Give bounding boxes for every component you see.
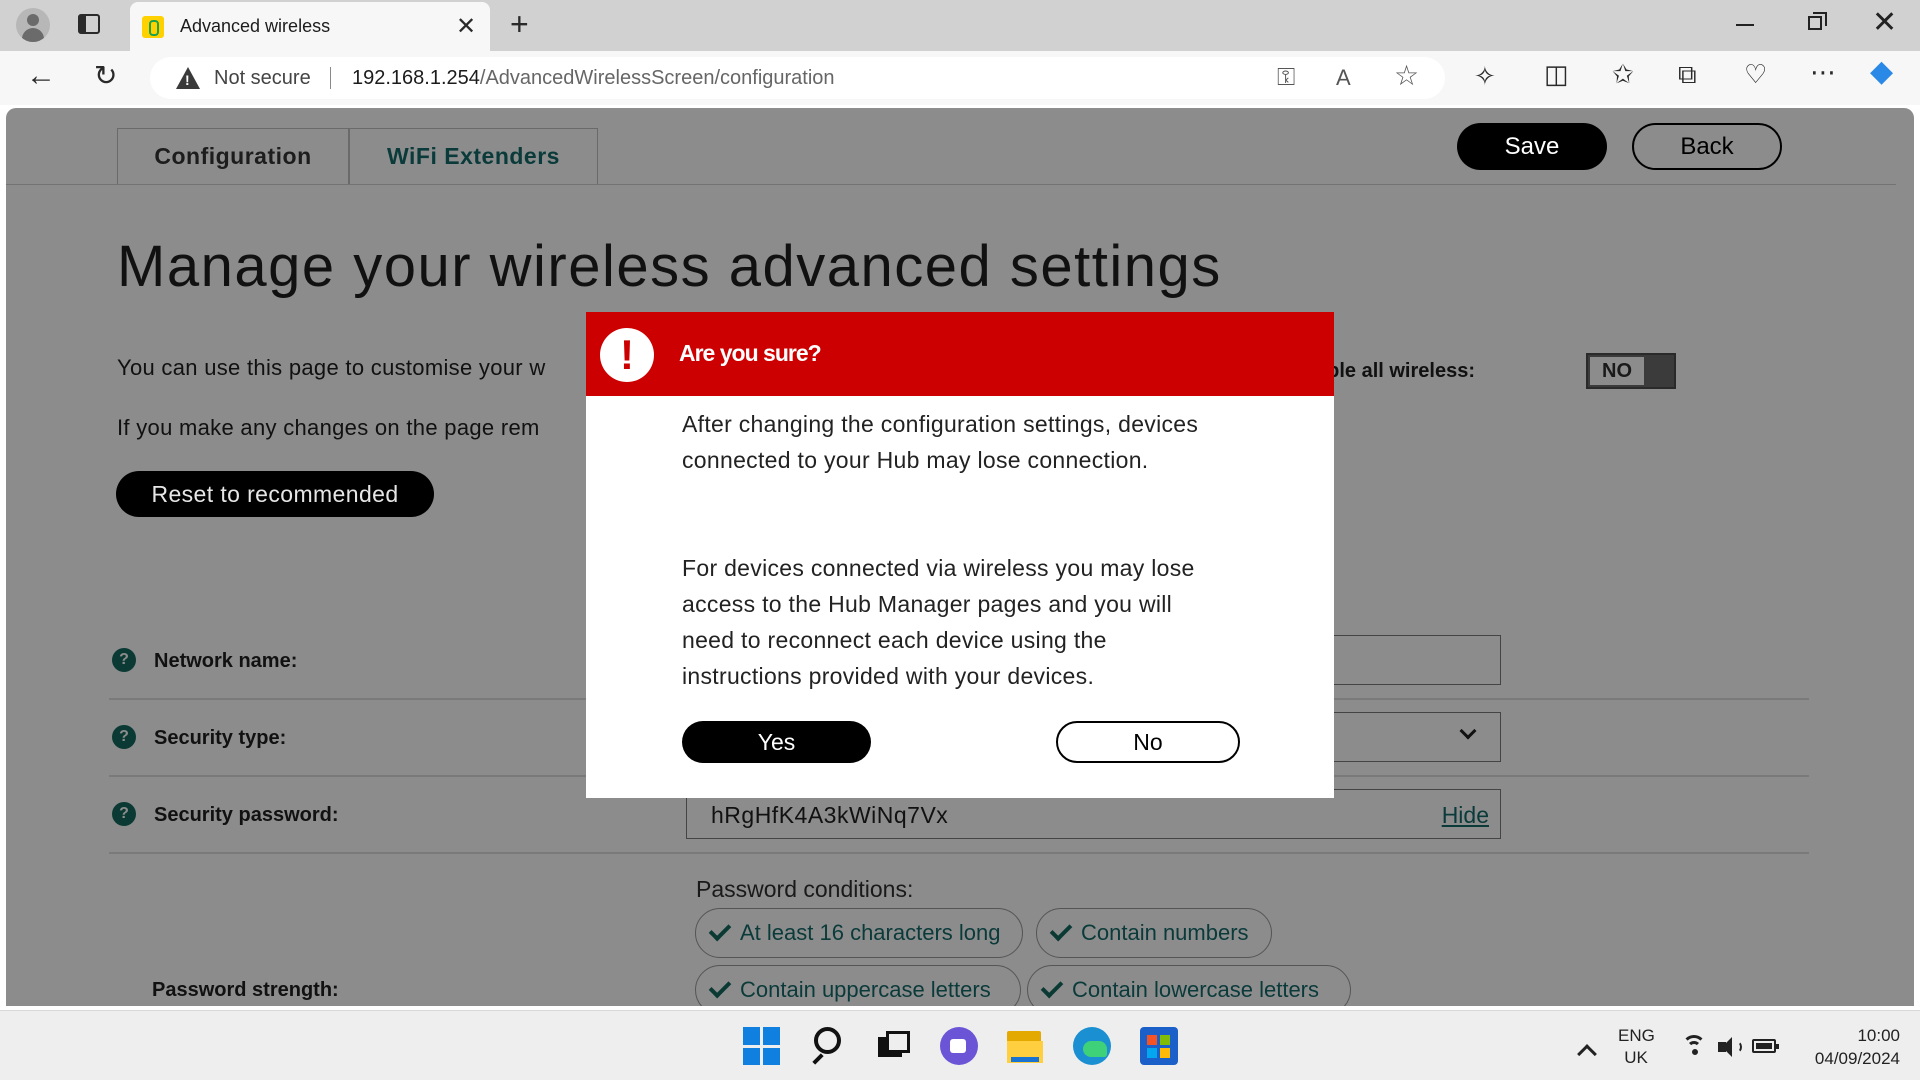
clock-time: 10:00 (1857, 1026, 1900, 1045)
password-value: hRgHfK4A3kWiNq7Vx (711, 802, 949, 828)
store-icon[interactable] (1140, 1027, 1178, 1065)
edge-browser-icon[interactable] (1073, 1027, 1111, 1065)
region-code: UK (1624, 1048, 1648, 1067)
browser-essentials-icon[interactable]: ♡ (1744, 61, 1767, 87)
meet-icon[interactable] (940, 1027, 978, 1065)
help-icon[interactable]: ? (112, 648, 136, 672)
restore-icon[interactable] (1808, 12, 1827, 30)
screen: Advanced wireless ✕ + ✕ ← ↻ Not secure 1… (0, 0, 1920, 1080)
browser-tab-strip: Advanced wireless ✕ + ✕ (0, 0, 1920, 51)
condition-chip: At least 16 characters long (695, 908, 1023, 958)
wifi-icon[interactable] (1682, 1035, 1706, 1059)
url-path: /AdvancedWirelessScreen/configuration (479, 67, 835, 89)
tab-wifi-extenders[interactable]: WiFi Extenders (349, 128, 598, 184)
favorite-star-icon[interactable]: ☆ (1394, 62, 1419, 90)
tab-title: Advanced wireless (180, 16, 331, 36)
tab-configuration[interactable]: Configuration (117, 128, 349, 184)
confirm-dialog: ! Are you sure? After changing the confi… (586, 312, 1334, 798)
split-screen-icon[interactable]: ◫ (1544, 61, 1569, 87)
back-arrow-icon[interactable]: ← (26, 61, 56, 91)
refresh-icon[interactable]: ↻ (94, 62, 117, 90)
help-icon[interactable]: ? (112, 802, 136, 826)
condition-chip: Contain uppercase letters (695, 965, 1021, 1006)
minimize-icon[interactable] (1736, 24, 1754, 26)
language-code: ENG (1618, 1026, 1655, 1045)
help-icon[interactable]: ? (112, 725, 136, 749)
new-tab-icon[interactable]: + (510, 8, 529, 40)
condition-text: Contain lowercase letters (1072, 977, 1320, 1002)
alert-exclamation-icon: ! (600, 328, 654, 382)
not-secure-label[interactable]: Not secure (214, 67, 311, 90)
chevron-down-icon (1459, 722, 1477, 740)
intro-text-2: If you make any changes on the page rem (117, 415, 540, 440)
tabs-divider (6, 184, 1896, 185)
dialog-header: ! Are you sure? (586, 312, 1334, 396)
dialog-message-2: For devices connected via wireless you m… (682, 555, 1195, 689)
password-strength-label: Password strength: (152, 979, 339, 1001)
address-bar[interactable]: Not secure 192.168.1.254/AdvancedWireles… (150, 57, 1445, 99)
row-divider (109, 852, 1809, 854)
extensions-icon[interactable]: ✧ (1474, 63, 1496, 89)
task-view-icon[interactable] (876, 1027, 914, 1065)
tab-close-icon[interactable]: ✕ (456, 12, 476, 41)
dialog-title: Are you sure? (679, 340, 822, 366)
volume-icon[interactable] (1716, 1035, 1742, 1059)
tab-actions-icon[interactable] (78, 14, 100, 34)
check-icon (1049, 918, 1073, 942)
disable-wireless-label: able all wireless: (1316, 360, 1475, 382)
check-icon (1040, 975, 1064, 999)
password-conditions-heading: Password conditions: (696, 876, 914, 902)
clock-date: 04/09/2024 (1814, 1049, 1900, 1068)
ee-favicon-icon (142, 16, 164, 38)
url-text[interactable]: 192.168.1.254/AdvancedWirelessScreen/con… (352, 67, 835, 90)
file-explorer-icon[interactable] (1007, 1027, 1045, 1065)
browser-toolbar: ← ↻ Not secure 192.168.1.254/AdvancedWir… (0, 51, 1920, 105)
url-host: 192.168.1.254 (352, 67, 480, 89)
copilot-icon[interactable]: ◆ (1870, 57, 1893, 87)
condition-text: At least 16 characters long (740, 920, 1001, 945)
chevron-up-icon[interactable] (1577, 1044, 1597, 1064)
address-separator (330, 67, 331, 89)
hide-password-link[interactable]: Hide (1442, 802, 1489, 829)
battery-icon[interactable] (1752, 1039, 1779, 1053)
page-tabs: Configuration WiFi Extenders (117, 128, 598, 184)
intro-text-1: You can use this page to customise your … (117, 355, 546, 380)
browser-tab-active[interactable]: Advanced wireless ✕ (130, 2, 490, 51)
back-button[interactable]: Back (1632, 123, 1782, 170)
condition-chip: Contain lowercase letters (1027, 965, 1351, 1006)
check-icon (708, 975, 732, 999)
windows-start-icon[interactable] (743, 1027, 781, 1065)
more-menu-icon[interactable]: ⋯ (1810, 59, 1836, 85)
check-icon (708, 918, 732, 942)
disable-wireless-toggle[interactable]: NO (1586, 353, 1676, 389)
warning-icon[interactable] (176, 67, 200, 89)
favorites-icon[interactable]: ✩ (1612, 61, 1634, 87)
key-icon[interactable]: ⚿ (1277, 65, 1295, 91)
reset-to-recommended-button[interactable]: Reset to recommended (116, 471, 434, 517)
network-name-label: Network name: (154, 650, 298, 672)
condition-text: Contain numbers (1081, 920, 1249, 945)
security-password-label: Security password: (154, 804, 339, 826)
no-button[interactable]: No (1056, 721, 1240, 763)
toggle-value: NO (1590, 357, 1644, 385)
security-type-label: Security type: (154, 727, 287, 749)
taskbar: ENG UK 10:00 04/09/2024 (0, 1010, 1920, 1080)
yes-button[interactable]: Yes (682, 721, 871, 763)
window-close-icon[interactable]: ✕ (1872, 8, 1897, 38)
page-title: Manage your wireless advanced settings (117, 234, 1222, 299)
dialog-message-1: After changing the configuration setting… (682, 411, 1199, 473)
read-aloud-icon[interactable]: A (1336, 65, 1351, 91)
clock[interactable]: 10:00 04/09/2024 (1790, 1024, 1900, 1070)
profile-icon[interactable] (16, 8, 50, 42)
save-button[interactable]: Save (1457, 123, 1607, 170)
condition-text: Contain uppercase letters (740, 977, 991, 1002)
search-icon[interactable] (812, 1027, 850, 1065)
language-indicator[interactable]: ENG UK (1618, 1025, 1655, 1069)
collections-icon[interactable]: ⧉ (1678, 61, 1697, 87)
condition-chip: Contain numbers (1036, 908, 1272, 958)
